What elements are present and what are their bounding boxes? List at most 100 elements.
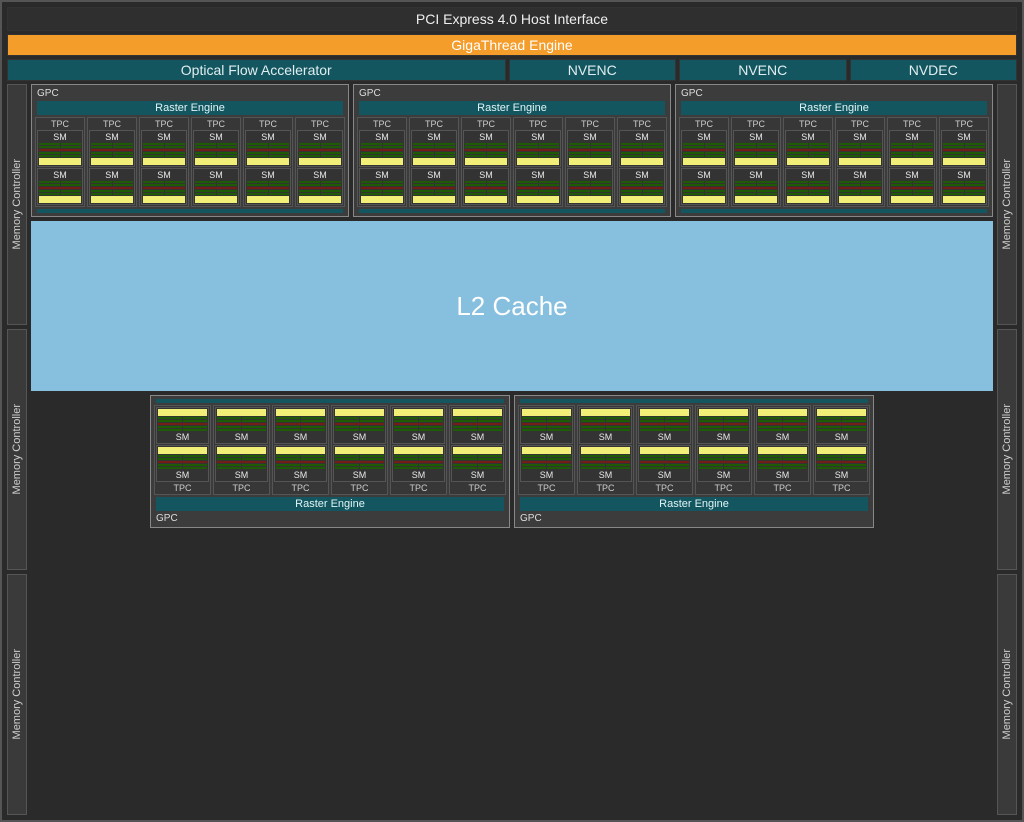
tpc-label: TPC xyxy=(579,483,632,493)
pcie-host-interface: PCI Express 4.0 Host Interface xyxy=(7,7,1017,31)
tpc-block: TPCSMSM xyxy=(357,117,407,207)
sm-block: SM xyxy=(619,168,665,205)
raster-engine: Raster Engine xyxy=(681,101,987,115)
tpc-row: TPCSMSMTPCSMSMTPCSMSMTPCSMSMTPCSMSMTPCSM… xyxy=(35,117,345,207)
sm-label: SM xyxy=(758,432,807,442)
sm-block: SM xyxy=(245,168,291,205)
gpc-interconnect xyxy=(37,209,343,213)
memory-controller: Memory Controller xyxy=(7,329,27,570)
sm-cores xyxy=(465,181,507,203)
gpc-block: GPCRaster EngineTPCSMSMTPCSMSMTPCSMSMTPC… xyxy=(675,84,993,217)
sm-block: SM xyxy=(681,168,727,205)
sm-label: SM xyxy=(787,170,829,180)
tpc-block: TPCSMSM xyxy=(191,117,241,207)
sm-cores xyxy=(217,447,266,469)
gpc-block: GPCRaster EngineTPCSMSMTPCSMSMTPCSMSMTPC… xyxy=(31,84,349,217)
sm-label: SM xyxy=(158,470,207,480)
tpc-label: TPC xyxy=(156,483,209,493)
sm-cores xyxy=(517,143,559,165)
sm-cores xyxy=(581,447,630,469)
tpc-label: TPC xyxy=(733,119,779,129)
sm-cores xyxy=(91,143,133,165)
tpc-label: TPC xyxy=(37,119,83,129)
sm-cores xyxy=(581,409,630,431)
tpc-label: TPC xyxy=(785,119,831,129)
sm-cores xyxy=(247,181,289,203)
tpc-label: TPC xyxy=(451,483,504,493)
sm-cores xyxy=(195,143,237,165)
memory-controller: Memory Controller xyxy=(7,84,27,325)
sm-block: SM xyxy=(681,130,727,167)
sm-cores xyxy=(276,447,325,469)
tpc-block: TPCSMSM xyxy=(617,117,667,207)
sm-cores xyxy=(758,409,807,431)
tpc-row: TPCSMSMTPCSMSMTPCSMSMTPCSMSMTPCSMSMTPCSM… xyxy=(679,117,989,207)
tpc-block: SMSMTPC xyxy=(331,405,388,495)
sm-block: SM xyxy=(141,130,187,167)
sm-label: SM xyxy=(299,170,341,180)
tpc-block: SMSMTPC xyxy=(636,405,693,495)
sm-block: SM xyxy=(520,445,573,482)
sm-cores xyxy=(621,181,663,203)
tpc-block: SMSMTPC xyxy=(695,405,752,495)
sm-block: SM xyxy=(756,407,809,444)
sm-cores xyxy=(413,143,455,165)
sm-label: SM xyxy=(361,132,403,142)
sm-label: SM xyxy=(158,432,207,442)
sm-cores xyxy=(891,181,933,203)
engine-row: Optical Flow Accelerator NVENC NVENC NVD… xyxy=(7,59,1017,81)
gpu-chip-diagram: PCI Express 4.0 Host Interface GigaThrea… xyxy=(0,0,1024,822)
tpc-label: TPC xyxy=(837,119,883,129)
sm-block: SM xyxy=(889,168,935,205)
tpc-label: TPC xyxy=(245,119,291,129)
sm-label: SM xyxy=(39,170,81,180)
sm-label: SM xyxy=(413,132,455,142)
sm-block: SM xyxy=(215,407,268,444)
sm-cores xyxy=(758,447,807,469)
tpc-label: TPC xyxy=(392,483,445,493)
tpc-label: TPC xyxy=(815,483,868,493)
tpc-row: SMSMTPCSMSMTPCSMSMTPCSMSMTPCSMSMTPCSMSMT… xyxy=(154,405,506,495)
sm-cores xyxy=(787,181,829,203)
tpc-block: TPCSMSM xyxy=(35,117,85,207)
tpc-label: TPC xyxy=(681,119,727,129)
sm-label: SM xyxy=(453,432,502,442)
memory-controller: Memory Controller xyxy=(7,574,27,815)
sm-cores xyxy=(453,409,502,431)
sm-cores xyxy=(247,143,289,165)
tpc-block: TPCSMSM xyxy=(513,117,563,207)
tpc-label: TPC xyxy=(756,483,809,493)
gpc-interconnect xyxy=(359,209,665,213)
sm-block: SM xyxy=(837,168,883,205)
sm-block: SM xyxy=(451,445,504,482)
tpc-block: TPCSMSM xyxy=(835,117,885,207)
raster-engine: Raster Engine xyxy=(37,101,343,115)
l2-cache: L2 Cache xyxy=(31,221,993,391)
gpc-interconnect xyxy=(520,399,868,403)
gpc-block: SMSMTPCSMSMTPCSMSMTPCSMSMTPCSMSMTPCSMSMT… xyxy=(150,395,510,528)
sm-block: SM xyxy=(697,445,750,482)
tpc-block: TPCSMSM xyxy=(87,117,137,207)
sm-cores xyxy=(394,447,443,469)
sm-block: SM xyxy=(156,445,209,482)
sm-cores xyxy=(276,409,325,431)
sm-cores xyxy=(517,181,559,203)
tpc-label: TPC xyxy=(463,119,509,129)
tpc-label: TPC xyxy=(89,119,135,129)
sm-label: SM xyxy=(683,170,725,180)
sm-label: SM xyxy=(683,132,725,142)
sm-block: SM xyxy=(463,168,509,205)
sm-block: SM xyxy=(567,168,613,205)
tpc-label: TPC xyxy=(941,119,987,129)
sm-label: SM xyxy=(217,470,266,480)
sm-cores xyxy=(817,447,866,469)
sm-block: SM xyxy=(297,168,343,205)
tpc-label: TPC xyxy=(515,119,561,129)
optical-flow-accelerator: Optical Flow Accelerator xyxy=(7,59,506,81)
sm-cores xyxy=(735,143,777,165)
sm-block: SM xyxy=(463,130,509,167)
gpc-label: GPC xyxy=(518,513,870,524)
nvdec-block: NVDEC xyxy=(850,59,1018,81)
sm-label: SM xyxy=(247,132,289,142)
sm-block: SM xyxy=(89,168,135,205)
